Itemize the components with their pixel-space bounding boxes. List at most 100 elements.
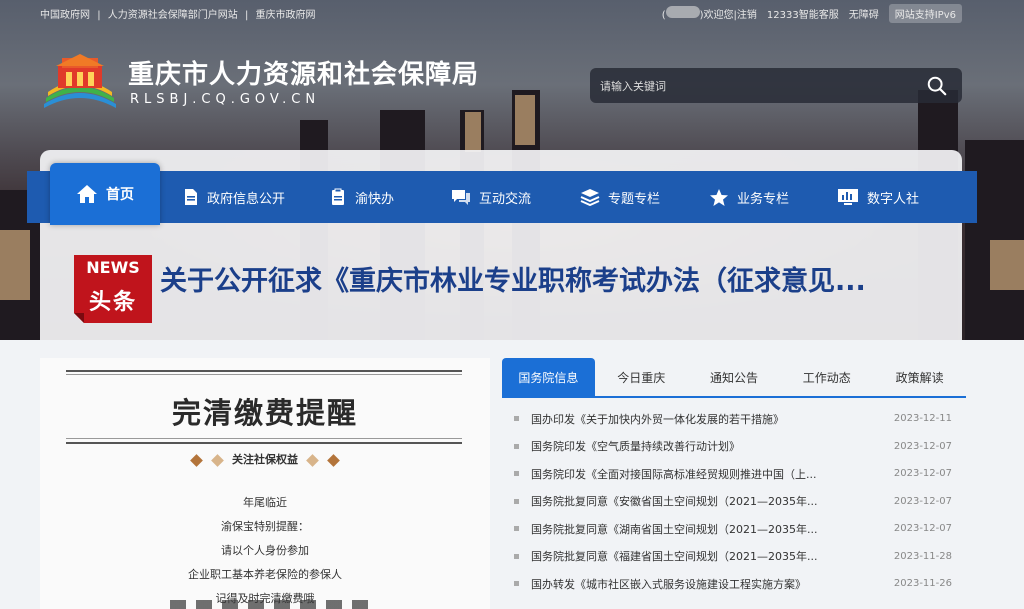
divider [66, 438, 462, 439]
list-item[interactable]: 国务院批复同意《湖南省国土空间规划（2021—2035年... 2023-12-0… [510, 515, 956, 543]
notice-subtitle-row: 关注社保权益 [40, 451, 490, 467]
top-user-actions: ()欢迎您|注销 12333智能客服 无障碍 网站支持IPv6 [662, 4, 962, 23]
notice-bottom-calligraphy [170, 600, 370, 609]
top-utility-bar: 中国政府网 | 人力资源社会保障部门户网站 | 重庆市政府网 ()欢迎您|注销 … [0, 0, 1024, 24]
bullet-icon [514, 581, 519, 587]
notice-body: 年尾临近 渝保宝特别提醒： 请以个人身份参加 企业职工基本养老保险的参保人 记得… [40, 491, 490, 609]
news-badge-bottom: 头条 [88, 290, 137, 315]
ipv6-badge: 网站支持IPv6 [888, 4, 962, 23]
main-nav: 首页 政府信息公开 渝快办 互动交流 专题专栏 业务专栏 数字人社 [27, 163, 977, 225]
news-date: 2023-11-26 [893, 578, 952, 590]
nav-item-business[interactable]: 业务专栏 [709, 171, 789, 223]
nav-item-label: 业务专栏 [737, 191, 790, 207]
list-item[interactable]: 国务院批复同意《福建省国土空间规划（2021—2035年... 2023-11-2… [510, 543, 956, 571]
headline-link[interactable]: 关于公开征求《重庆市林业专业职称考试办法（征求意见... [160, 259, 930, 298]
news-badge-top: NEWS [86, 258, 140, 277]
lit-window [465, 112, 481, 152]
divider [66, 370, 462, 372]
document-icon [185, 189, 197, 205]
list-item[interactable]: 国务院印发《全面对接国际高标准经贸规则推进中国（上... 2023-12-07 [510, 460, 956, 488]
news-date: 2023-12-07 [893, 523, 952, 535]
link-divider: | [97, 10, 101, 21]
bureau-logo-icon[interactable] [42, 52, 118, 110]
bullet-icon [514, 498, 519, 504]
logout-link[interactable]: 注销 [737, 10, 757, 21]
smart-service-link[interactable]: 12333智能客服 [767, 6, 839, 21]
user-name-blurred [665, 6, 700, 18]
bullet-icon [514, 471, 519, 477]
link-cq-gov[interactable]: 重庆市政府网 [256, 10, 316, 21]
divider [66, 442, 462, 444]
payment-reminder-banner[interactable]: 完清缴费提醒 关注社保权益 年尾临近 渝保宝特别提醒： 请以个人身份参加 企业职… [40, 358, 490, 609]
bullet-icon [514, 416, 519, 422]
news-date: 2023-12-11 [893, 413, 952, 425]
news-title[interactable]: 国务院批复同意《福建省国土空间规划（2021—2035年... [531, 548, 851, 564]
list-item[interactable]: 国务院印发《空气质量持续改善行动计划》 2023-12-07 [510, 433, 956, 461]
news-date: 2023-12-07 [893, 495, 952, 507]
news-title[interactable]: 国务院印发《全面对接国际高标准经贸规则推进中国（上... [531, 466, 851, 482]
nav-item-interaction[interactable]: 互动交流 [451, 171, 531, 223]
news-tabs: 国务院信息 今日重庆 通知公告 工作动态 政策解读 [502, 358, 966, 398]
notice-line: 请以个人身份参加 [221, 544, 309, 557]
nav-item-gov-info[interactable]: 政府信息公开 [183, 171, 285, 223]
welcome-text: ()欢迎您|注销 [662, 6, 757, 21]
nav-home-tab[interactable]: 首页 [50, 163, 160, 225]
news-list: 国办印发《关于加快内外贸一体化发展的若干措施》 2023-12-11 国务院印发《… [510, 405, 956, 598]
notice-line: 年尾临近 [243, 496, 287, 509]
search-input[interactable] [600, 77, 900, 95]
news-title[interactable]: 国办转发《城市社区嵌入式服务设施建设工程实施方案》 [531, 576, 851, 592]
search-icon[interactable] [926, 75, 948, 97]
news-title[interactable]: 国办印发《关于加快内外贸一体化发展的若干措施》 [531, 411, 851, 427]
bullet-icon [514, 526, 519, 532]
lit-window [515, 95, 535, 145]
nav-item-label: 专题专栏 [608, 191, 661, 207]
site-domain: RLSBJ.CQ.GOV.CN [130, 92, 321, 107]
nav-item-yukuaiban[interactable]: 渝快办 [329, 171, 394, 223]
news-date: 2023-12-07 [893, 468, 952, 480]
bullet-icon [514, 553, 519, 559]
star-icon [710, 188, 728, 206]
nav-home-label: 首页 [106, 187, 134, 203]
tab-notices[interactable]: 通知公告 [688, 358, 781, 396]
list-item[interactable]: 国务院批复同意《安徽省国土空间规划（2021—2035年... 2023-12-0… [510, 488, 956, 516]
site-title[interactable]: 重庆市人力资源和社会保障局 [128, 54, 479, 91]
lit-window [990, 240, 1024, 290]
notice-line: 企业职工基本养老保险的参保人 [188, 568, 342, 581]
lit-window [0, 230, 30, 300]
nav-item-special-topics[interactable]: 专题专栏 [580, 171, 660, 223]
notice-title: 完清缴费提醒 [171, 396, 358, 430]
bullet-icon [514, 443, 519, 449]
list-item[interactable]: 国办转发《城市社区嵌入式服务设施建设工程实施方案》 2023-11-26 [510, 570, 956, 598]
news-title[interactable]: 国务院批复同意《安徽省国土空间规划（2021—2035年... [531, 493, 851, 509]
list-item[interactable]: 国办印发《关于加快内外贸一体化发展的若干措施》 2023-12-11 [510, 405, 956, 433]
nav-item-digital[interactable]: 数字人社 [837, 171, 919, 223]
news-title[interactable]: 国务院批复同意《湖南省国土空间规划（2021—2035年... [531, 521, 851, 537]
link-divider: | [244, 10, 249, 21]
layers-icon [580, 189, 600, 206]
nav-item-label: 渝快办 [355, 191, 395, 207]
accessibility-link[interactable]: 无障碍 [849, 6, 879, 21]
news-title[interactable]: 国务院印发《空气质量持续改善行动计划》 [531, 438, 851, 454]
tab-policy-interpretation[interactable]: 政策解读 [873, 358, 966, 396]
clipboard-icon [332, 188, 344, 205]
tab-state-council[interactable]: 国务院信息 [502, 358, 595, 396]
divider [66, 374, 462, 375]
nav-item-label: 数字人社 [867, 191, 920, 207]
monitor-chart-icon [838, 189, 858, 205]
tab-work-updates[interactable]: 工作动态 [780, 358, 873, 396]
nav-item-label: 政府信息公开 [207, 191, 286, 207]
nav-item-label: 互动交流 [479, 191, 532, 207]
link-gov-cn[interactable]: 中国政府网 [40, 10, 90, 21]
tab-today-chongqing[interactable]: 今日重庆 [595, 358, 688, 396]
top-links: 中国政府网 | 人力资源社会保障部门户网站 | 重庆市政府网 [40, 6, 320, 21]
chat-icon [452, 190, 470, 205]
diamond-icon [326, 453, 340, 467]
notice-subtitle: 关注社保权益 [232, 453, 298, 466]
notice-line: 渝保宝特别提醒： [221, 520, 309, 533]
diamond-icon [211, 453, 225, 467]
link-mohrss[interactable]: 人力资源社会保障部门户网站 [108, 10, 238, 21]
diamond-icon [190, 453, 204, 467]
news-date: 2023-11-28 [893, 550, 952, 562]
news-date: 2023-12-07 [893, 440, 952, 452]
diamond-icon [305, 453, 319, 467]
